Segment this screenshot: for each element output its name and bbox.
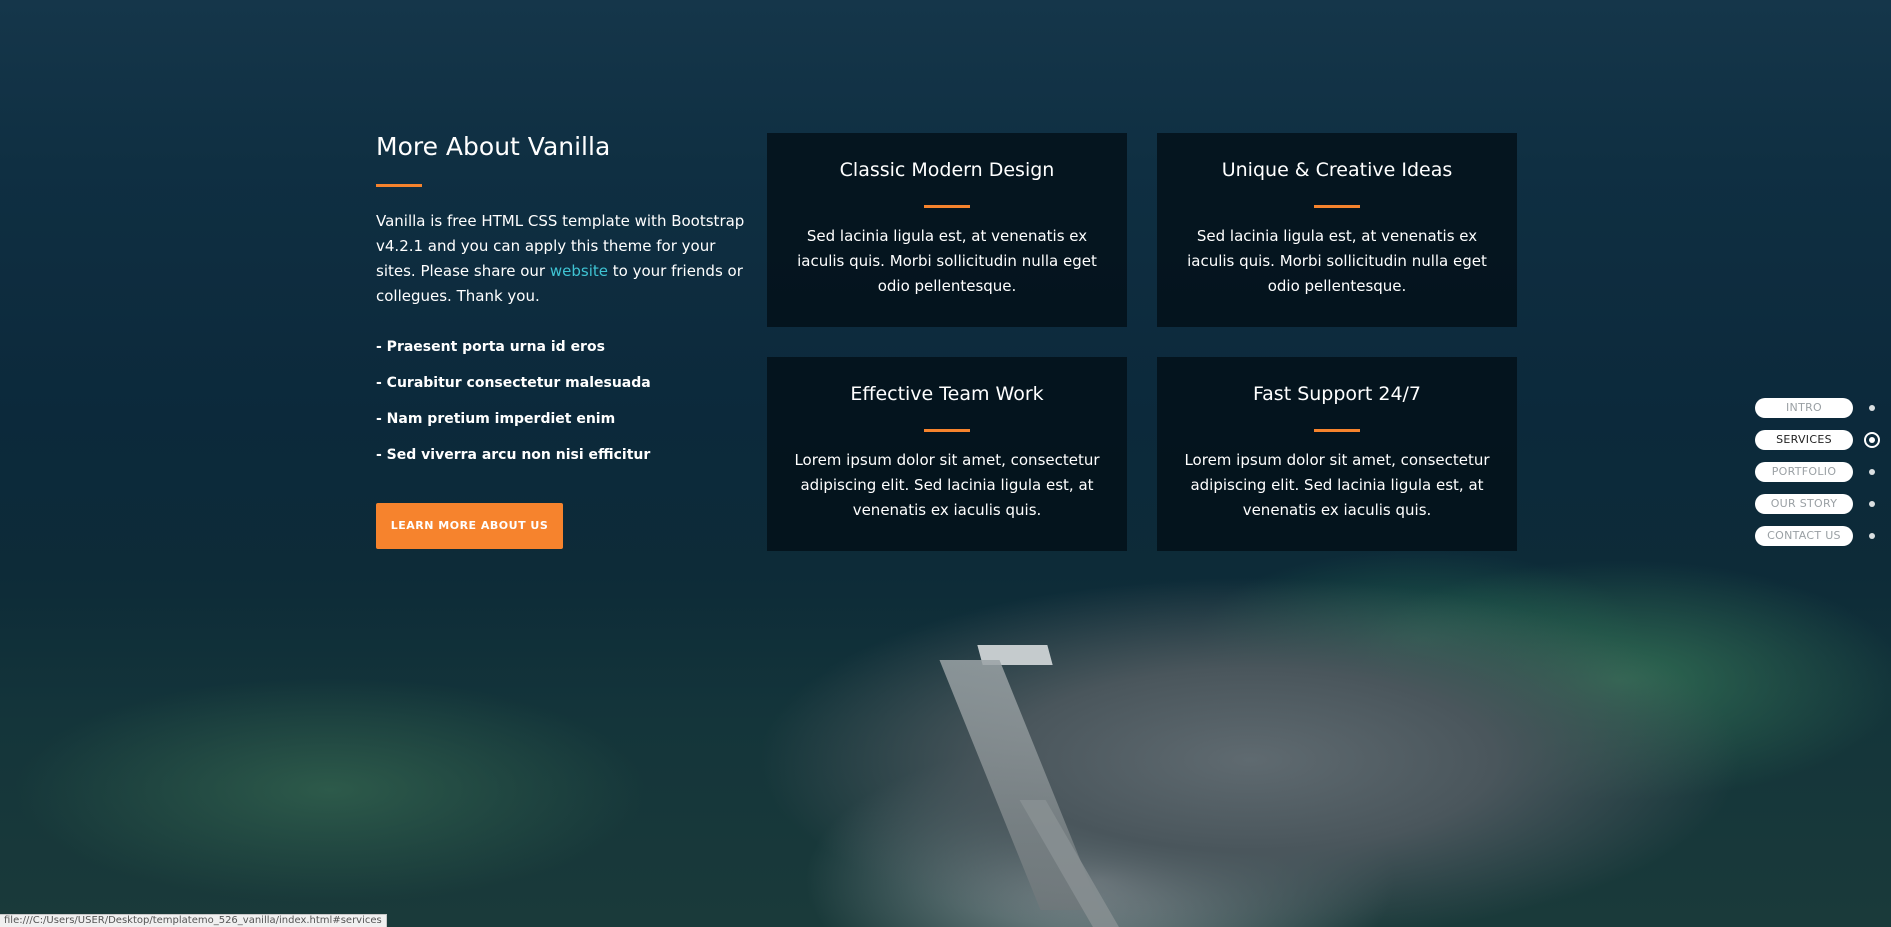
services-section: More About Vanilla Vanilla is free HTML … [0, 0, 1891, 927]
nav-dot-active-icon[interactable] [1864, 432, 1880, 448]
card-text: Lorem ipsum dolor sit amet, consectetur … [794, 451, 1100, 519]
about-paragraph: Vanilla is free HTML CSS template with B… [376, 209, 746, 309]
nav-item-our-story[interactable]: OUR STORY [1755, 494, 1885, 516]
service-card: Unique & Creative Ideas Sed lacinia ligu… [1157, 133, 1517, 327]
card-text: Sed lacinia ligula est, at venenatis ex … [1187, 227, 1487, 295]
nav-label[interactable]: SERVICES [1755, 430, 1853, 450]
nav-item-intro[interactable]: INTRO [1755, 398, 1885, 420]
learn-more-button[interactable]: LEARN MORE ABOUT US [376, 503, 563, 549]
card-title: Fast Support 24/7 [1252, 383, 1422, 405]
about-panel: More About Vanilla Vanilla is free HTML … [376, 130, 746, 549]
list-item: - Nam pretium imperdiet enim [376, 411, 616, 427]
service-card: Effective Team Work Lorem ipsum dolor si… [767, 357, 1127, 551]
section-nav: INTRO SERVICES PORTFOLIO OUR STORY CONTA… [1755, 398, 1885, 558]
nav-label[interactable]: PORTFOLIO [1755, 462, 1853, 482]
title-accent-bar [376, 184, 422, 187]
service-card: Classic Modern Design Sed lacinia ligula… [767, 133, 1127, 327]
nav-label[interactable]: INTRO [1755, 398, 1853, 418]
card-accent-bar [924, 429, 970, 432]
about-title: More About Vanilla [376, 132, 611, 161]
nav-dot-icon[interactable] [1869, 501, 1875, 507]
website-link[interactable]: website [550, 262, 608, 280]
nav-dot-icon[interactable] [1869, 533, 1875, 539]
card-accent-bar [924, 205, 970, 208]
about-feature-list: - Praesent porta urna id eros - Curabitu… [376, 337, 746, 465]
browser-status-url: file:///C:/Users/USER/Desktop/templatemo… [0, 914, 387, 927]
list-item: - Praesent porta urna id eros [376, 339, 605, 355]
nav-item-contact-us[interactable]: CONTACT US [1755, 526, 1885, 548]
card-title: Effective Team Work [850, 383, 1044, 405]
nav-dot-icon[interactable] [1869, 405, 1875, 411]
card-title: Classic Modern Design [839, 159, 1055, 181]
nav-item-services[interactable]: SERVICES [1755, 430, 1885, 452]
nav-dot-icon[interactable] [1869, 469, 1875, 475]
nav-label[interactable]: OUR STORY [1755, 494, 1853, 514]
service-card: Fast Support 24/7 Lorem ipsum dolor sit … [1157, 357, 1517, 551]
card-accent-bar [1314, 429, 1360, 432]
list-item: - Curabitur consectetur malesuada [376, 375, 651, 391]
card-text: Sed lacinia ligula est, at venenatis ex … [797, 227, 1097, 295]
nav-item-portfolio[interactable]: PORTFOLIO [1755, 462, 1885, 484]
card-accent-bar [1314, 205, 1360, 208]
nav-label[interactable]: CONTACT US [1755, 526, 1853, 546]
list-item: - Sed viverra arcu non nisi efficitur [376, 447, 651, 463]
card-title: Unique & Creative Ideas [1221, 159, 1453, 181]
card-text: Lorem ipsum dolor sit amet, consectetur … [1184, 451, 1490, 519]
